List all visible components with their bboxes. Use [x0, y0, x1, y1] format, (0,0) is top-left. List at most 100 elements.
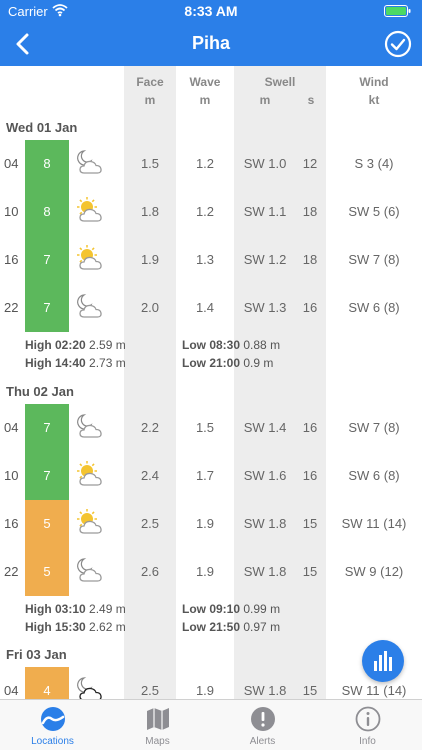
swell-height: SW 1.8 [243, 564, 287, 579]
tide-height: 0.99 m [243, 602, 281, 616]
forecast-hour: 22 [4, 300, 19, 315]
tab-maps[interactable]: Maps [105, 700, 210, 750]
day-header: Wed 01 Jan [6, 120, 78, 135]
moon-cloud-icon [75, 293, 107, 319]
chart-view-button[interactable] [362, 640, 404, 682]
tide-high-entry: High 15:30 2.62 m [25, 620, 126, 634]
swell-period: 15 [302, 683, 318, 698]
swell-height: SW 1.8 [243, 516, 287, 531]
face-height: 2.5 [140, 683, 160, 698]
tide-high-entry: High 03:10 2.49 m [25, 602, 126, 616]
wind-header: Wind [359, 75, 389, 89]
swell-period: 12 [302, 156, 318, 171]
tide-time: High 14:40 [25, 356, 86, 370]
tide-low-entry: Low 21:50 0.97 m [182, 620, 280, 634]
wind-speed: SW 7 (8) [348, 252, 400, 267]
wave-height: 1.2 [195, 156, 215, 171]
surf-rating-badge: 7 [25, 404, 69, 452]
page-title: Piha [191, 33, 230, 53]
tab-locations-label: Locations [31, 736, 74, 747]
face-height: 1.8 [140, 204, 160, 219]
wind-speed: S 3 (4) [354, 156, 394, 171]
face-unit: m [144, 93, 156, 107]
forecast-hour: 16 [4, 252, 19, 267]
wave-height: 1.9 [195, 564, 215, 579]
wave-height: 1.9 [195, 516, 215, 531]
tide-time: High 03:10 [25, 602, 86, 616]
face-height: 2.5 [140, 516, 160, 531]
face-height: 2.2 [140, 420, 160, 435]
tide-time: Low 21:00 [182, 356, 241, 370]
wave-height: 1.7 [195, 468, 215, 483]
tide-height: 2.59 m [89, 338, 126, 352]
wave-unit: m [199, 93, 211, 107]
day-header: Thu 02 Jan [6, 384, 74, 399]
tide-time: High 15:30 [25, 620, 86, 634]
swell-height: SW 1.0 [243, 156, 287, 171]
swell-period: 16 [302, 300, 318, 315]
face-height: 2.6 [140, 564, 160, 579]
forecast-hour: 22 [4, 564, 19, 579]
swell-height: SW 1.4 [243, 420, 287, 435]
swell-period: 18 [302, 204, 318, 219]
tide-low-entry: Low 08:30 0.88 m [182, 338, 280, 352]
alert-icon [251, 707, 275, 731]
tide-height: 2.73 m [89, 356, 126, 370]
surf-rating-badge: 7 [25, 452, 69, 500]
wind-speed: SW 11 (14) [341, 516, 407, 531]
moon-cloud-icon [75, 149, 107, 175]
tab-maps-label: Maps [145, 736, 170, 747]
tide-low-entry: Low 09:10 0.99 m [182, 602, 280, 616]
swell-period: 16 [302, 468, 318, 483]
navigation-bar: Piha [0, 22, 422, 66]
swell-period: 15 [302, 564, 318, 579]
face-height: 1.5 [140, 156, 160, 171]
swell-period: 16 [302, 420, 318, 435]
wave-icon [41, 707, 65, 731]
tide-time: High 02:20 [25, 338, 86, 352]
tab-alerts-label: Alerts [249, 736, 276, 747]
swell-header: Swell [264, 75, 296, 89]
wind-speed: SW 6 (8) [348, 468, 400, 483]
surf-rating-badge: 7 [25, 284, 69, 332]
surf-rating-badge: 8 [25, 188, 69, 236]
tide-time: Low 21:50 [182, 620, 241, 634]
surf-rating-badge: 8 [25, 140, 69, 188]
tab-info[interactable]: Info [315, 700, 420, 750]
day-header: Fri 03 Jan [6, 647, 67, 662]
tide-high-entry: High 14:40 2.73 m [25, 356, 126, 370]
tab-info-label: Info [359, 736, 376, 747]
forecast-hour: 04 [4, 420, 19, 435]
wind-speed: SW 5 (6) [348, 204, 400, 219]
sun-cloud-icon [75, 461, 107, 487]
wave-height: 1.5 [195, 420, 215, 435]
checkmark-circle-icon[interactable] [382, 28, 414, 60]
face-height: 2.4 [140, 468, 160, 483]
tide-height: 0.97 m [243, 620, 281, 634]
tide-high-entry: High 02:20 2.59 m [25, 338, 126, 352]
wind-speed: SW 9 (12) [344, 564, 404, 579]
tide-height: 0.9 m [243, 356, 274, 370]
clock: 8:33 AM [184, 3, 238, 19]
face-height: 2.0 [140, 300, 160, 315]
forecast-hour: 10 [4, 204, 19, 219]
forecast-hour: 04 [4, 156, 19, 171]
tide-low-entry: Low 21:00 0.9 m [182, 356, 273, 370]
swell-height: SW 1.3 [243, 300, 287, 315]
wind-speed: SW 6 (8) [348, 300, 400, 315]
tide-time: Low 09:10 [182, 602, 241, 616]
moon-cloud-icon [75, 557, 107, 583]
swell-period-unit: s [307, 93, 315, 107]
tab-alerts[interactable]: Alerts [210, 700, 315, 750]
tide-height: 2.62 m [89, 620, 126, 634]
bar-chart-icon [374, 651, 392, 671]
tab-locations[interactable]: Locations [0, 700, 105, 750]
tide-time: Low 08:30 [182, 338, 241, 352]
forecast-hour: 10 [4, 468, 19, 483]
wave-height: 1.3 [195, 252, 215, 267]
swell-height: SW 1.6 [243, 468, 287, 483]
wave-height: 1.4 [195, 300, 215, 315]
status-bar: Carrier 8:33 AM [0, 0, 422, 22]
swell-height: SW 1.2 [243, 252, 287, 267]
moon-cloud-icon [75, 413, 107, 439]
